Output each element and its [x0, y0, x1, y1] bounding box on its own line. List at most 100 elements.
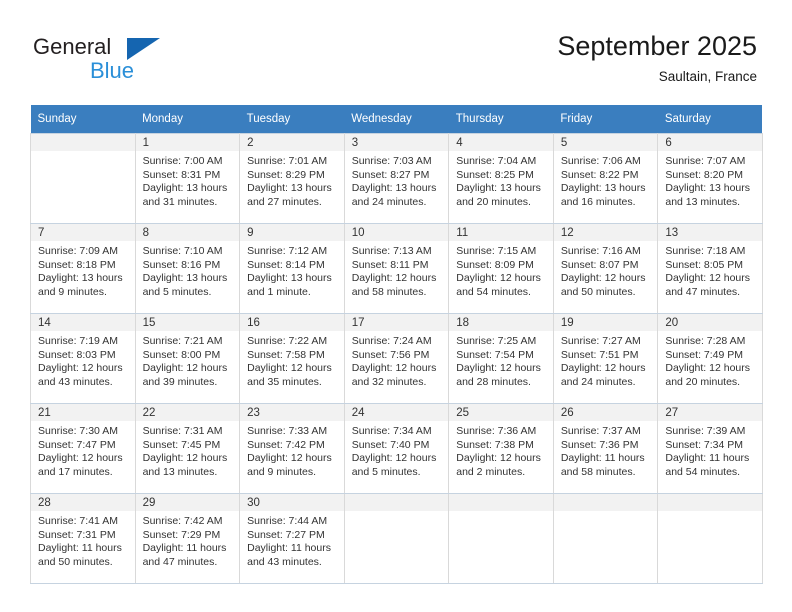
calendar-page: General Blue September 2025 Saultain, Fr…	[0, 0, 792, 612]
day-number: 7	[31, 224, 135, 241]
day-detail-daylight2: and 28 minutes.	[456, 375, 531, 388]
title-block: September 2025 Saultain, France	[557, 30, 757, 85]
day-cell[interactable]: 6 Sunrise: 7:07 AM Sunset: 8:20 PM Daylight…	[657, 133, 763, 224]
day-detail-sunset: Sunset: 7:34 PM	[665, 438, 744, 451]
day-detail-daylight2: and 58 minutes.	[560, 465, 636, 478]
day-cell-inner: 26 Sunrise: 7:37 AM Sunset: 7:36 PM Dayligh…	[554, 404, 657, 493]
day-number: 5	[554, 134, 657, 151]
day-number: 19	[554, 314, 657, 331]
day-cell[interactable]: 12 Sunrise: 7:16 AM Sunset: 8:07 PM Dayligh…	[552, 223, 659, 314]
day-cell[interactable]: 11 Sunrise: 7:15 AM Sunset: 8:09 PM Dayligh…	[448, 223, 554, 314]
calendar-body: 1 Sunrise: 7:00 AM Sunset: 8:31 PM Daylight…	[30, 133, 763, 584]
day-cell[interactable]: 15 Sunrise: 7:21 AM Sunset: 8:00 PM Dayligh…	[134, 313, 241, 404]
day-cell-inner	[449, 494, 553, 583]
day-detail-daylight2: and 43 minutes.	[38, 375, 113, 388]
day-detail-daylight2: and 47 minutes.	[665, 285, 741, 298]
day-cell[interactable]: 1 Sunrise: 7:00 AM Sunset: 8:31 PM Daylight…	[134, 133, 241, 224]
day-cell[interactable]: 22 Sunrise: 7:31 AM Sunset: 7:45 PM Dayligh…	[134, 403, 241, 494]
day-detail-daylight1: Daylight: 13 hours	[247, 182, 332, 195]
day-detail-daylight1: Daylight: 13 hours	[560, 182, 646, 195]
logo-text-general: General	[33, 34, 253, 60]
day-cell-inner: 24 Sunrise: 7:34 AM Sunset: 7:40 PM Dayligh…	[345, 404, 448, 493]
day-cell[interactable]: 5 Sunrise: 7:06 AM Sunset: 8:22 PM Daylight…	[552, 133, 659, 224]
day-cell-inner: 15 Sunrise: 7:21 AM Sunset: 8:00 PM Dayligh…	[136, 314, 239, 403]
day-number	[345, 494, 448, 511]
day-cell-empty	[657, 493, 763, 584]
day-cell-inner: 20 Sunrise: 7:28 AM Sunset: 7:49 PM Dayligh…	[658, 314, 762, 403]
day-cell[interactable]: 29 Sunrise: 7:42 AM Sunset: 7:29 PM Dayligh…	[134, 493, 241, 584]
day-detail-sunrise: Sunrise: 7:06 AM	[560, 155, 641, 167]
day-detail-daylight1: Daylight: 11 hours	[247, 542, 331, 555]
day-cell[interactable]: 28 Sunrise: 7:41 AM Sunset: 7:31 PM Dayligh…	[30, 493, 136, 584]
calendar-week-row: 1 Sunrise: 7:00 AM Sunset: 8:31 PM Daylight…	[30, 133, 763, 224]
day-detail-daylight2: and 9 minutes.	[38, 285, 107, 298]
day-detail-sunset: Sunset: 8:14 PM	[247, 258, 325, 271]
day-cell[interactable]: 9 Sunrise: 7:12 AM Sunset: 8:14 PM Daylight…	[239, 223, 345, 314]
day-cell-inner: 17 Sunrise: 7:24 AM Sunset: 7:56 PM Dayligh…	[345, 314, 448, 403]
day-detail-sunrise: Sunrise: 7:36 AM	[456, 425, 537, 437]
day-detail-daylight1: Daylight: 12 hours	[247, 452, 332, 465]
generalblue-logo[interactable]: General Blue	[33, 34, 253, 94]
weekday-header-wednesday: Wednesday	[344, 105, 449, 134]
day-number: 27	[658, 404, 762, 421]
day-detail-sunset: Sunset: 7:42 PM	[247, 438, 325, 451]
weekday-header-sunday: Sunday	[30, 105, 136, 134]
day-cell[interactable]: 20 Sunrise: 7:28 AM Sunset: 7:49 PM Dayligh…	[657, 313, 763, 404]
day-details: Sunrise: 7:34 AM Sunset: 7:40 PM Daylight:…	[345, 421, 448, 479]
day-detail-sunset: Sunset: 8:29 PM	[247, 168, 325, 181]
day-details: Sunrise: 7:39 AM Sunset: 7:34 PM Daylight:…	[659, 421, 762, 479]
day-number: 21	[31, 404, 135, 421]
day-cell[interactable]: 17 Sunrise: 7:24 AM Sunset: 7:56 PM Dayligh…	[343, 313, 450, 404]
day-cell[interactable]: 3 Sunrise: 7:03 AM Sunset: 8:27 PM Daylight…	[343, 133, 450, 224]
day-number: 14	[31, 314, 135, 331]
calendar-week-row: 28 Sunrise: 7:41 AM Sunset: 7:31 PM Dayligh…	[30, 493, 763, 584]
day-details: Sunrise: 7:12 AM Sunset: 8:14 PM Daylight:…	[241, 241, 344, 299]
day-cell[interactable]: 19 Sunrise: 7:27 AM Sunset: 7:51 PM Dayligh…	[552, 313, 659, 404]
day-cell[interactable]: 18 Sunrise: 7:25 AM Sunset: 7:54 PM Dayligh…	[448, 313, 554, 404]
day-detail-daylight2: and 13 minutes.	[665, 195, 741, 208]
day-cell[interactable]: 8 Sunrise: 7:10 AM Sunset: 8:16 PM Daylight…	[134, 223, 241, 314]
day-cell[interactable]: 21 Sunrise: 7:30 AM Sunset: 7:47 PM Dayligh…	[30, 403, 136, 494]
day-cell[interactable]: 30 Sunrise: 7:44 AM Sunset: 7:27 PM Dayligh…	[239, 493, 345, 584]
day-number: 11	[449, 224, 553, 241]
day-cell[interactable]: 27 Sunrise: 7:39 AM Sunset: 7:34 PM Dayligh…	[657, 403, 763, 494]
day-cell[interactable]: 26 Sunrise: 7:37 AM Sunset: 7:36 PM Dayligh…	[552, 403, 659, 494]
day-detail-sunrise: Sunrise: 7:28 AM	[665, 335, 746, 347]
day-detail-sunrise: Sunrise: 7:12 AM	[247, 245, 328, 257]
day-detail-sunrise: Sunrise: 7:03 AM	[351, 155, 432, 167]
day-cell[interactable]: 14 Sunrise: 7:19 AM Sunset: 8:03 PM Dayligh…	[30, 313, 136, 404]
day-details: Sunrise: 7:09 AM Sunset: 8:18 PM Daylight:…	[31, 241, 134, 299]
day-cell-inner: 27 Sunrise: 7:39 AM Sunset: 7:34 PM Dayligh…	[658, 404, 762, 493]
day-cell[interactable]: 23 Sunrise: 7:33 AM Sunset: 7:42 PM Dayligh…	[239, 403, 345, 494]
day-cell-inner: 19 Sunrise: 7:27 AM Sunset: 7:51 PM Dayligh…	[554, 314, 657, 403]
day-cell[interactable]: 7 Sunrise: 7:09 AM Sunset: 8:18 PM Daylight…	[30, 223, 136, 314]
day-details	[659, 511, 762, 515]
page-header: General Blue September 2025 Saultain, Fr…	[0, 0, 792, 104]
day-detail-sunset: Sunset: 7:58 PM	[247, 348, 325, 361]
day-cell-inner: 14 Sunrise: 7:19 AM Sunset: 8:03 PM Dayligh…	[31, 314, 135, 403]
day-detail-daylight2: and 20 minutes.	[665, 375, 741, 388]
day-number: 26	[554, 404, 657, 421]
day-cell[interactable]: 4 Sunrise: 7:04 AM Sunset: 8:25 PM Daylight…	[448, 133, 554, 224]
day-detail-daylight1: Daylight: 13 hours	[38, 272, 123, 285]
day-cell[interactable]: 24 Sunrise: 7:34 AM Sunset: 7:40 PM Dayligh…	[343, 403, 450, 494]
day-detail-sunset: Sunset: 8:05 PM	[665, 258, 744, 271]
day-cell-inner: 29 Sunrise: 7:42 AM Sunset: 7:29 PM Dayligh…	[136, 494, 239, 583]
day-cell[interactable]: 25 Sunrise: 7:36 AM Sunset: 7:38 PM Dayligh…	[448, 403, 554, 494]
day-number: 13	[658, 224, 762, 241]
day-cell[interactable]: 10 Sunrise: 7:13 AM Sunset: 8:11 PM Dayligh…	[343, 223, 450, 314]
day-detail-sunset: Sunset: 7:47 PM	[38, 438, 116, 451]
day-details: Sunrise: 7:30 AM Sunset: 7:47 PM Daylight:…	[31, 421, 134, 479]
day-cell-inner: 9 Sunrise: 7:12 AM Sunset: 8:14 PM Daylight…	[240, 224, 344, 313]
day-detail-sunset: Sunset: 7:38 PM	[456, 438, 534, 451]
day-cell[interactable]: 2 Sunrise: 7:01 AM Sunset: 8:29 PM Daylight…	[239, 133, 345, 224]
day-detail-sunset: Sunset: 7:36 PM	[560, 438, 639, 451]
day-cell[interactable]: 13 Sunrise: 7:18 AM Sunset: 8:05 PM Dayligh…	[657, 223, 763, 314]
day-detail-sunrise: Sunrise: 7:16 AM	[560, 245, 641, 257]
day-details: Sunrise: 7:25 AM Sunset: 7:54 PM Daylight:…	[450, 331, 553, 389]
day-details: Sunrise: 7:36 AM Sunset: 7:38 PM Daylight:…	[450, 421, 553, 479]
day-cell-inner: 4 Sunrise: 7:04 AM Sunset: 8:25 PM Daylight…	[449, 134, 553, 223]
day-number: 30	[240, 494, 344, 511]
day-detail-sunrise: Sunrise: 7:42 AM	[142, 515, 223, 527]
day-cell[interactable]: 16 Sunrise: 7:22 AM Sunset: 7:58 PM Dayligh…	[239, 313, 345, 404]
